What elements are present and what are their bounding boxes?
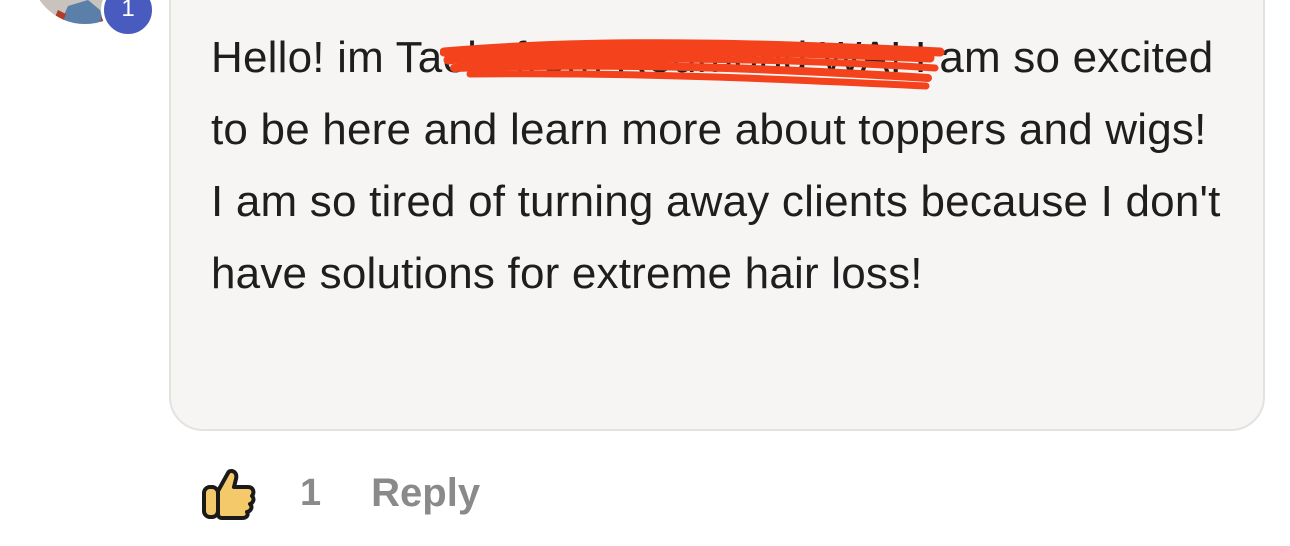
comment-actions: 1 Reply <box>200 462 480 524</box>
reply-button[interactable]: Reply <box>371 471 480 516</box>
comment-text: Hello! im Taela from Redmond WA! I am so… <box>211 33 1221 298</box>
avatar-badge: 1 <box>101 0 155 37</box>
comment-thread: 1 Hello! im Taela from Redmond WA! I am … <box>0 0 1290 546</box>
like-count: 1 <box>300 471 322 514</box>
thumbs-up-icon[interactable] <box>200 465 256 521</box>
